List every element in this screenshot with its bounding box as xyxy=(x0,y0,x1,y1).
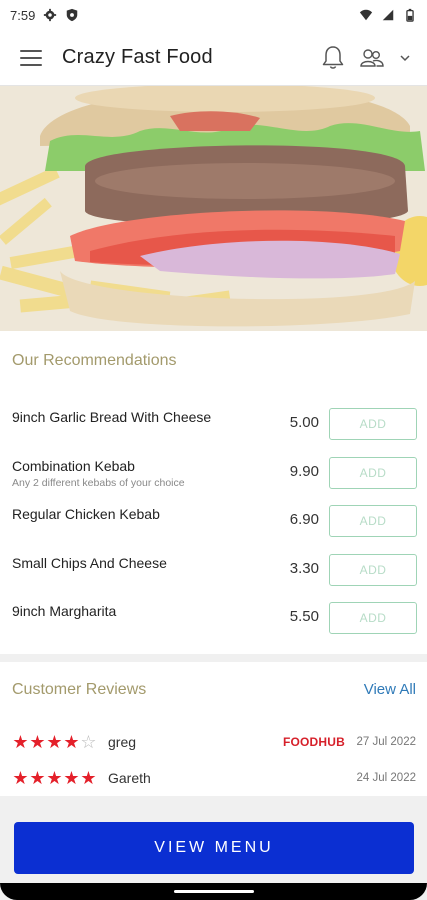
recommendations-title: Our Recommendations xyxy=(12,352,177,369)
add-button[interactable]: ADD xyxy=(329,456,417,489)
reviewer-name: Gareth xyxy=(108,770,151,786)
item-price: 3.30 xyxy=(289,559,319,577)
item-name: 9inch Garlic Bread With Cheese xyxy=(12,409,212,425)
add-button[interactable]: ADD xyxy=(329,602,417,634)
burger-image xyxy=(0,86,427,331)
app-header: Crazy Fast Food xyxy=(0,30,427,86)
review-date: 27 Jul 2022 xyxy=(356,736,416,748)
star-rating: ★ ★ ★ ★ ★ xyxy=(12,769,98,787)
app-title: Crazy Fast Food xyxy=(62,46,213,68)
item-price: 9.90 xyxy=(289,462,319,480)
list-item: Regular Chicken Kebab 6.90 ADD xyxy=(0,497,427,546)
review-date: 24 Jul 2022 xyxy=(356,772,416,784)
reviews-title: Customer Reviews xyxy=(12,681,147,698)
status-time: 7:59 xyxy=(10,7,36,23)
list-item: Small Chips And Cheese 3.30 ADD xyxy=(0,546,427,595)
bell-icon[interactable] xyxy=(321,45,345,71)
star-icon: ★ xyxy=(63,768,80,788)
star-icon: ★ xyxy=(29,732,46,752)
section-divider xyxy=(0,654,427,662)
shield-icon xyxy=(67,8,78,22)
item-price: 5.50 xyxy=(289,608,319,625)
item-price: 5.00 xyxy=(289,414,319,431)
star-icon: ★ xyxy=(12,768,29,788)
list-item: Combination Kebab Any 2 different kebabs… xyxy=(0,449,427,498)
star-icon: ★ xyxy=(46,732,63,752)
battery-icon xyxy=(406,8,414,22)
star-icon: ★ xyxy=(29,768,46,788)
hero-image xyxy=(0,86,427,331)
item-price: 6.90 xyxy=(289,511,319,528)
review-source-logo: FOODHUB xyxy=(282,735,345,749)
star-rating: ★ ★ ★ ★ ☆ xyxy=(12,733,98,751)
recommendations-list: 9inch Garlic Bread With Cheese 5.00 ADD … xyxy=(0,400,427,643)
status-bar: 7:59 xyxy=(0,0,427,30)
add-button[interactable]: ADD xyxy=(329,553,417,586)
signal-icon xyxy=(382,9,394,21)
item-name: Small Chips And Cheese xyxy=(12,554,167,571)
reviewer-name: greg xyxy=(108,734,137,750)
star-icon: ★ xyxy=(12,732,29,752)
add-button[interactable]: ADD xyxy=(329,408,417,440)
list-item: 9inch Garlic Bread With Cheese 5.00 ADD xyxy=(0,400,427,449)
home-indicator[interactable] xyxy=(174,890,254,893)
item-name: 9inch Margharita xyxy=(12,603,117,619)
view-all-link[interactable]: View All xyxy=(364,681,416,698)
add-button[interactable]: ADD xyxy=(329,505,417,537)
chevron-down-icon[interactable] xyxy=(399,52,411,64)
star-icon: ★ xyxy=(63,732,80,752)
gear-icon xyxy=(44,8,57,22)
review-row: ★ ★ ★ ★ ☆ greg FOODHUB 27 Jul 2022 xyxy=(0,728,427,756)
item-name: Regular Chicken Kebab xyxy=(12,506,160,522)
star-outline-icon: ☆ xyxy=(80,732,97,752)
wifi-icon xyxy=(359,9,373,21)
star-icon: ★ xyxy=(46,768,63,788)
review-row: ★ ★ ★ ★ ★ Gareth 24 Jul 2022 xyxy=(0,764,427,792)
view-menu-button[interactable]: VIEW MENU xyxy=(14,822,414,874)
menu-icon[interactable] xyxy=(20,49,42,66)
item-description: Any 2 different kebabs of your choice xyxy=(12,476,185,489)
item-name: Combination Kebab xyxy=(12,457,135,474)
people-icon[interactable] xyxy=(359,47,385,69)
list-item: 9inch Margharita 5.50 ADD xyxy=(0,594,427,643)
star-icon: ★ xyxy=(80,768,97,788)
